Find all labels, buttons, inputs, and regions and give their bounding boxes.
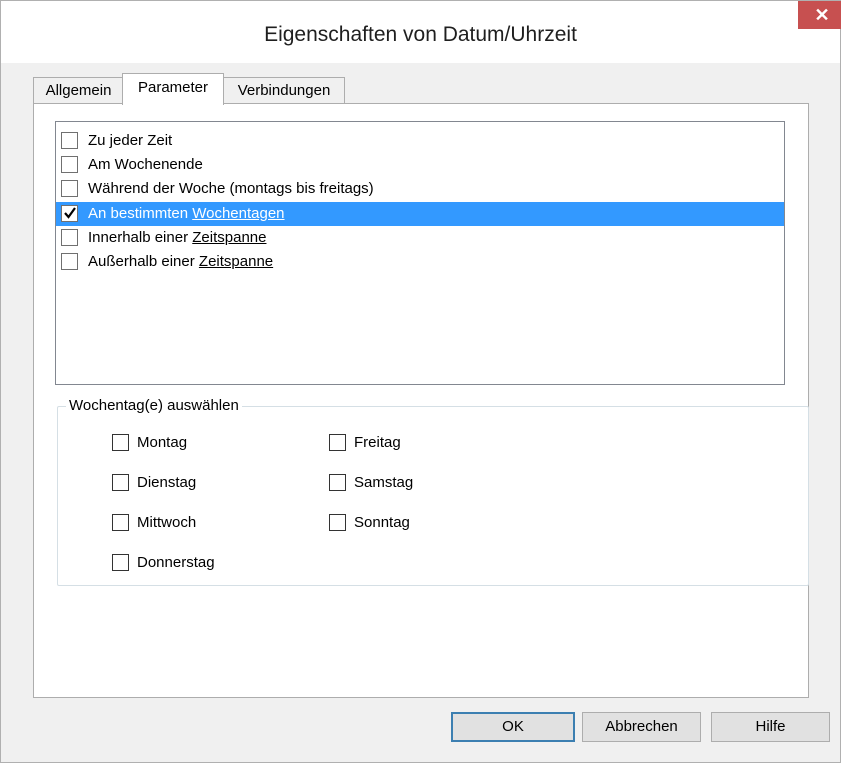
help-button[interactable]: Hilfe [711,712,830,742]
window-title: Eigenschaften von Datum/Uhrzeit [264,23,577,46]
checkbox-label: Montag [137,434,188,451]
tab-label: Allgemein [45,82,112,99]
checkbox[interactable] [112,474,129,491]
checkbox[interactable] [61,132,78,149]
close-icon: ✕ [814,5,830,25]
checkbox[interactable] [329,434,346,451]
close-button[interactable]: ✕ [798,1,841,29]
group-legend: Wochentag(e) auswählen [66,397,242,414]
checkbox-label: Freitag [354,434,401,451]
timespan-link[interactable]: Zeitspanne [192,229,266,246]
checkbox[interactable] [329,474,346,491]
checkbox[interactable] [61,229,78,246]
condition-list[interactable]: Zu jeder Zeit Am Wochenende Während der … [55,121,785,385]
checkbox[interactable] [61,253,78,270]
checkbox-label: Mittwoch [137,514,197,531]
list-item[interactable]: Innerhalb einer Zeitspanne [56,226,784,250]
tab-label: Parameter [137,79,209,96]
weekday-groupbox: Wochentag(e) auswählen Montag Dienstag M… [57,397,809,586]
tab-allgemein[interactable]: Allgemein [33,77,124,104]
checkmark-icon [64,207,76,219]
dialog-window: Eigenschaften von Datum/Uhrzeit ✕ Allgem… [0,0,841,763]
tab-verbindungen[interactable]: Verbindungen [223,77,345,104]
checkbox[interactable] [61,180,78,197]
list-item-label: Während der Woche (montags bis freitags) [88,180,374,197]
list-item-label: Zu jeder Zeit [88,132,173,149]
checkbox[interactable] [112,554,129,571]
ok-button[interactable]: OK [451,712,575,742]
parameter-panel: Zu jeder Zeit Am Wochenende Während der … [33,103,809,698]
checkbox-checked[interactable] [61,205,78,222]
list-item[interactable]: Zu jeder Zeit [56,129,784,153]
list-item-label: An bestimmten Wochentagen [88,205,285,222]
list-item[interactable]: Am Wochenende [56,153,784,177]
tab-label: Verbindungen [237,82,331,99]
cancel-button[interactable]: Abbrechen [582,712,701,742]
list-item-label: Am Wochenende [88,156,203,173]
list-item-label: Außerhalb einer Zeitspanne [88,253,274,270]
checkbox-label: Donnerstag [137,554,215,571]
checkbox-label: Sonntag [354,514,410,531]
list-item-label: Innerhalb einer Zeitspanne [88,229,267,246]
checkbox-label: Samstag [354,474,414,491]
list-item[interactable]: Außerhalb einer Zeitspanne [56,250,784,274]
checkbox[interactable] [329,514,346,531]
list-item-selected[interactable]: An bestimmten Wochentagen [56,202,784,226]
title-bar: Eigenschaften von Datum/Uhrzeit ✕ [1,1,841,63]
timespan-link[interactable]: Zeitspanne [199,253,273,270]
checkbox[interactable] [112,434,129,451]
checkbox[interactable] [112,514,129,531]
tab-parameter[interactable]: Parameter [122,73,224,105]
list-item[interactable]: Während der Woche (montags bis freitags) [56,177,784,201]
checkbox[interactable] [61,156,78,173]
checkbox-label: Dienstag [137,474,197,491]
weekdays-link[interactable]: Wochentagen [192,205,284,222]
